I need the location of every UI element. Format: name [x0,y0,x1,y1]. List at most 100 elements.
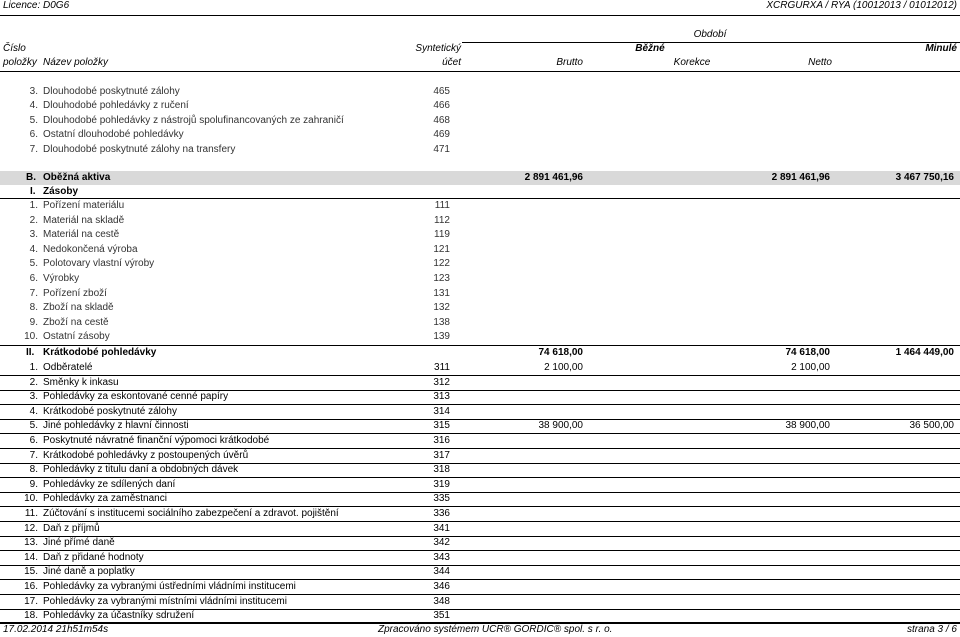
col-korekce: Korekce [673,57,711,68]
row-number: 3. [29,86,38,97]
row-account: 335 [433,493,450,505]
row-number: 6. [29,273,38,284]
row-account: 343 [433,551,450,563]
table-row: 6. Ostatní dlouhodobé pohledávky 469 [0,129,960,143]
row-account: 312 [433,376,450,388]
col-obdobi: Období [693,29,727,40]
row-name: Ostatní dlouhodobé pohledávky [43,129,184,141]
col-brutto: Brutto [556,57,583,68]
row-name: Pohledávky za účastníky sdružení [43,610,195,622]
header-top-rule [0,15,960,16]
row-account: 131 [433,287,450,299]
row-account: 311 [434,362,450,373]
row-number: 5. [29,420,38,432]
col-netto: Netto [808,57,832,68]
row-account: 139 [433,331,450,343]
row-name: Pohledávky za vybranými místními vládním… [43,595,287,607]
table-row: 3. Dlouhodobé poskytnuté zálohy 465 [0,86,960,100]
row-account: 348 [433,595,450,607]
row-name: Zboží na cestě [43,316,109,328]
footer-page: strana 3 / 6 [906,624,957,635]
row-name: Daň z příjmů [43,522,100,534]
section-b-name: Oběžná aktiva [43,172,111,183]
row-account: 119 [434,229,450,241]
row-account: 342 [433,537,450,549]
table-row: 5. Polotovary vlastní výroby 122 [0,258,960,272]
row-number: 7. [29,449,38,461]
row-number: 10. [24,331,38,343]
row-account: 123 [433,273,450,284]
section-b-netto: 2 891 461,96 [771,172,830,183]
row-number: 9. [29,478,38,490]
table-row: 7. Pořízení zboží 131 [0,288,960,302]
table-row: 9. Pohledávky ze sdílených daní 319 [0,479,960,493]
table-row: 4. Nedokončená výroba 121 [0,244,960,258]
row-number: 13. [24,537,38,549]
row-account: 313 [433,391,450,403]
footer-processed-by: Zpracováno systémem UCR® GORDIC® spol. s… [378,624,613,635]
footer-rule [0,622,960,623]
row-name: Pohledávky za vybranými ústředními vládn… [43,581,296,592]
table-row: 8. Zboží na skladě 132 [0,302,960,316]
row-number: 3. [29,229,38,241]
row-number: 4. [29,243,38,255]
row-number: 14. [24,551,38,563]
table-row: 3. Pohledávky za eskontované cenné papíry… [0,391,960,405]
row-account: 351 [433,610,450,622]
table-row: 16. Pohledávky za vybranými ústředními vl… [0,581,960,595]
table-row: 4. Krátkodobé poskytnuté zálohy 314 [0,406,960,420]
section-b-minule: 3 467 750,16 [895,172,954,183]
row-number: 5. [29,114,38,126]
row-name: Pohledávky za eskontované cenné papíry [43,391,229,403]
row-number: 12. [24,522,38,534]
row-account: 122 [433,258,450,270]
row-name: Zboží na skladě [43,302,114,314]
table-row: 14. Daň z přidané hodnoty 343 [0,552,960,566]
row-name: Jiné pohledávky z hlavní činnosti [43,420,189,432]
row-name: Krátkodobé pohledávky z postoupených úvě… [43,449,249,461]
row-account: 466 [433,100,450,112]
table-row: 15. Jiné daně a poplatky 344 [0,566,960,580]
row-number: 3. [29,391,38,403]
row-account: 318 [433,464,450,476]
footer-timestamp: 17.02.2014 21h51m54s [3,624,109,635]
row-name: Pohledávky z titulu daní a obdobných dáv… [43,464,239,476]
row-account: 468 [433,114,450,126]
row-brutto: 38 900,00 [538,420,584,432]
col-synteticky: Syntetický [415,43,461,54]
row-account: 319 [433,478,450,490]
col-nazev: Název položky [43,57,109,68]
row-brutto: 2 100,00 [544,362,583,373]
row-netto: 2 100,00 [791,362,830,373]
row-number: 4. [29,405,38,417]
row-name: Materiál na cestě [43,229,120,241]
table-row: 4. Dlouhodobé pohledávky z ručení 466 [0,100,960,114]
section-b-brutto: 2 891 461,96 [524,172,583,183]
header-bottom-rule [0,71,960,72]
table-row: 1. Odběratelé 311 2 100,00 2 100,00 [0,362,960,376]
row-name: Daň z přidané hodnoty [43,551,144,563]
section-ii-rule [0,345,960,346]
licence-label: Licence: D0G6 [3,0,70,11]
row-number: 8. [29,464,38,476]
row-account: 121 [433,243,450,255]
row-minule: 36 500,00 [909,420,955,432]
table-row: 3. Materiál na cestě 119 [0,229,960,243]
row-account: 138 [433,316,450,328]
table-row: 7. Krátkodobé pohledávky z postoupených ú… [0,450,960,464]
row-account: 112 [434,214,450,226]
row-number: 4. [29,100,38,112]
row-number: 8. [29,302,38,314]
table-row: 11. Zúčtování s institucemi sociálního za… [0,508,960,522]
table-row: 2. Materiál na skladě 112 [0,215,960,229]
row-account: 316 [433,435,450,446]
row-name: Zúčtování s institucemi sociálního zabez… [43,508,339,519]
table-row: 5. Dlouhodobé pohledávky z nástrojů spolu… [0,115,960,129]
row-account: 317 [433,449,450,461]
section-ii-code: II. [26,347,35,358]
table-row: 13. Jiné přímé daně 342 [0,537,960,551]
row-number: 1. [29,200,38,211]
row-account: 344 [433,566,450,578]
table-row: 8. Pohledávky z titulu daní a obdobných d… [0,464,960,478]
table-row: 10. Ostatní zásoby 139 [0,331,960,345]
